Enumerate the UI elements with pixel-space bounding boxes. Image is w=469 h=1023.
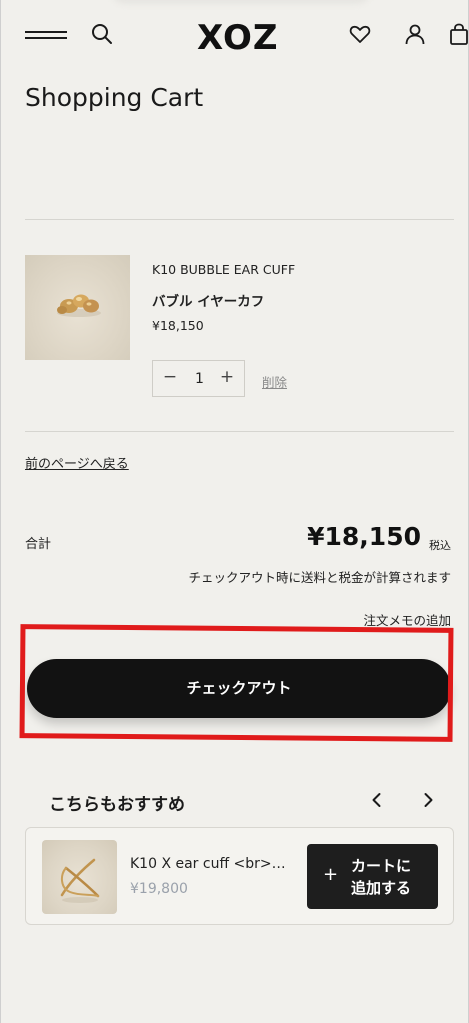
item-name[interactable]: バブル イヤーカフ xyxy=(152,290,264,310)
add-to-cart-label: カートに 追加する xyxy=(351,855,431,899)
checkout-button[interactable]: チェックアウト xyxy=(27,659,451,718)
shipping-tax-note: チェックアウト時に送料と税金が計算されます xyxy=(188,570,451,585)
product-image[interactable] xyxy=(25,255,130,360)
divider xyxy=(25,431,454,432)
site-header: XOZ xyxy=(1,0,468,70)
ear-cuff-image xyxy=(57,294,101,317)
add-to-cart-label-line2: 追加する xyxy=(351,879,412,897)
total-label: 合計 xyxy=(25,537,52,552)
tax-included-label: 税込 xyxy=(429,539,451,552)
total-amount: ¥18,150 xyxy=(307,522,421,551)
search-icon[interactable] xyxy=(90,22,114,46)
recommended-product-name[interactable]: K10 X ear cuff <br>… xyxy=(130,856,296,872)
decrease-quantity-button[interactable]: − xyxy=(155,361,185,396)
x-ear-cuff-image xyxy=(60,858,100,903)
account-icon[interactable] xyxy=(403,22,427,46)
quantity-stepper: − 1 + xyxy=(152,360,245,397)
item-sku: K10 BUBBLE EAR CUFF xyxy=(152,262,296,277)
recommendations-title: こちらもおすすめ xyxy=(49,795,185,815)
page-title: Shopping Cart xyxy=(25,83,204,112)
recommended-product-card: K10 X ear cuff <br>… ¥19,800 + カートに 追加する xyxy=(25,827,454,925)
chevron-left-icon[interactable] xyxy=(365,788,389,812)
add-order-note-link[interactable]: 注文メモの追加 xyxy=(363,610,451,629)
remove-item-link[interactable]: 削除 xyxy=(262,372,287,391)
plus-icon: + xyxy=(323,864,339,885)
recommended-product-price: ¥19,800 xyxy=(130,881,188,897)
menu-icon[interactable] xyxy=(25,30,67,40)
shopping-bag-icon[interactable] xyxy=(447,22,469,46)
brand-logo[interactable]: XOZ xyxy=(197,18,279,58)
increase-quantity-button[interactable]: + xyxy=(212,361,242,396)
add-to-cart-label-line1: カートに xyxy=(351,857,412,875)
item-price: ¥18,150 xyxy=(152,318,204,333)
divider xyxy=(25,219,454,220)
chevron-right-icon[interactable] xyxy=(416,788,440,812)
add-to-cart-button[interactable]: + カートに 追加する xyxy=(307,844,438,909)
heart-icon[interactable] xyxy=(348,22,372,46)
back-to-previous-page-link[interactable]: 前のページへ戻る xyxy=(25,453,129,472)
recommended-product-image[interactable] xyxy=(42,840,117,914)
